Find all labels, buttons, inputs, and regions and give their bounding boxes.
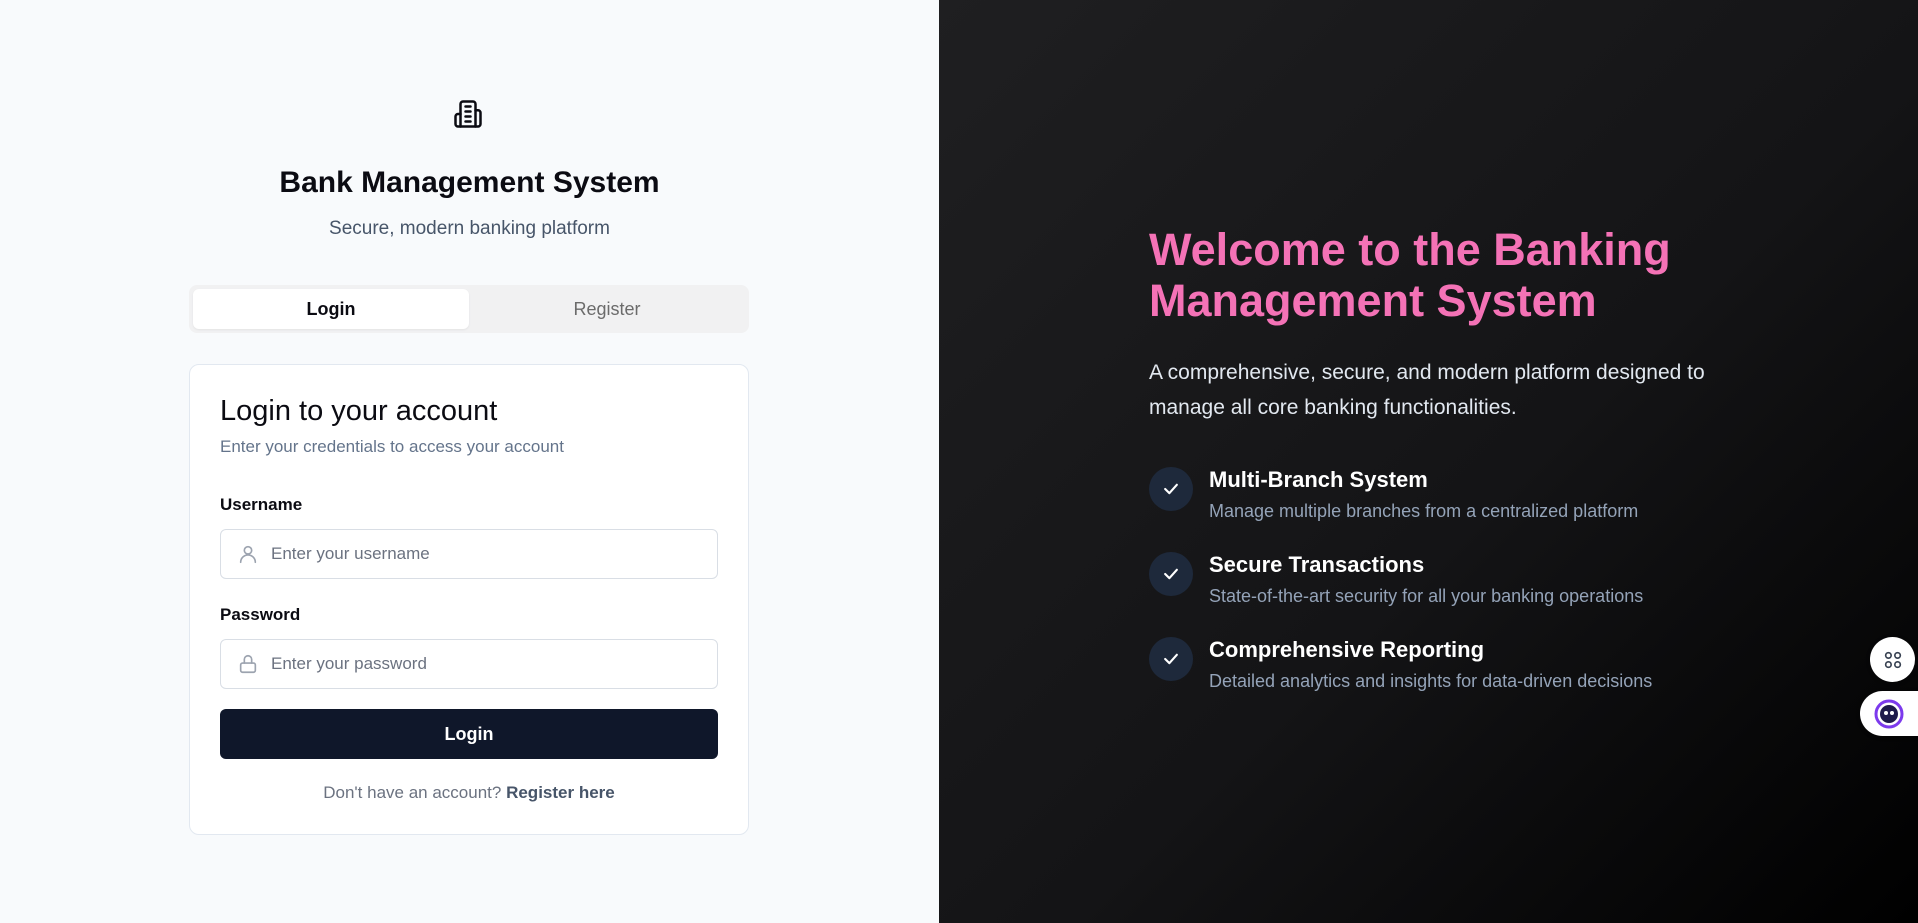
password-input[interactable]: [271, 654, 701, 674]
password-label: Password: [220, 605, 301, 624]
login-card-description: Enter your credentials to access your ac…: [220, 437, 564, 456]
check-icon: [1149, 467, 1193, 511]
login-button[interactable]: Login: [220, 709, 718, 759]
feature-title: Comprehensive Reporting: [1209, 637, 1485, 662]
tab-register[interactable]: Register: [469, 289, 745, 329]
hero-intro: A comprehensive, secure, and modern plat…: [1149, 361, 1705, 419]
feature-item: Multi-Branch System Manage multiple bran…: [1149, 467, 1769, 527]
assistant-icon: [1874, 699, 1904, 728]
assistant-button[interactable]: [1860, 691, 1918, 736]
apps-grid-icon: [1884, 651, 1901, 668]
username-label: Username: [220, 495, 303, 514]
apps-grid-button[interactable]: [1870, 637, 1915, 682]
feature-title: Multi-Branch System: [1209, 467, 1428, 492]
feature-title: Secure Transactions: [1209, 552, 1425, 577]
lock-icon: [239, 654, 257, 674]
check-icon: [1149, 637, 1193, 681]
feature-description: Manage multiple branches from a centrali…: [1209, 501, 1639, 521]
tab-login[interactable]: Login: [193, 289, 469, 329]
check-icon: [1149, 552, 1193, 596]
hero-panel: Welcome to the Banking Management System…: [939, 0, 1918, 923]
app-title: Bank Management System: [279, 166, 660, 199]
app-subtitle: Secure, modern banking platform: [329, 218, 610, 239]
login-card: Login to your account Enter your credent…: [189, 364, 749, 835]
password-field-wrapper: [220, 639, 718, 689]
register-link[interactable]: Register here: [506, 783, 615, 802]
username-input[interactable]: [271, 544, 701, 564]
feature-description: Detailed analytics and insights for data…: [1209, 671, 1653, 691]
auth-tabs: Login Register: [189, 285, 749, 333]
username-field-wrapper: [220, 529, 718, 579]
register-prompt-text: Don't have an account?: [323, 783, 502, 802]
feature-description: State-of-the-art security for all your b…: [1209, 586, 1644, 606]
feature-item: Comprehensive Reporting Detailed analyti…: [1149, 637, 1769, 697]
feature-item: Secure Transactions State-of-the-art sec…: [1149, 552, 1769, 612]
auth-panel: Bank Management System Secure, modern ba…: [0, 0, 939, 923]
hero-title: Welcome to the Banking Management System: [1149, 224, 1671, 326]
register-prompt: Don't have an account? Register here: [190, 783, 748, 803]
login-card-title: Login to your account: [220, 395, 498, 427]
building-icon: [454, 100, 482, 128]
user-icon: [239, 545, 257, 564]
